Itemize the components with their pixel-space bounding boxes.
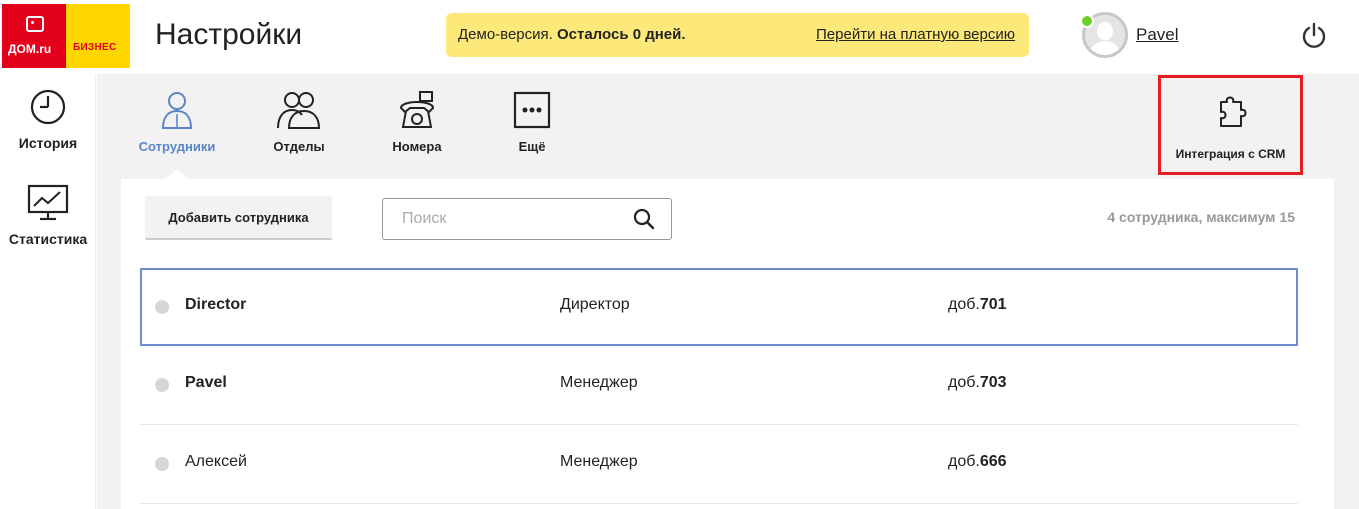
logo-brand: ДОМ.ru	[2, 4, 66, 68]
user-menu[interactable]: Pavel	[1080, 12, 1242, 60]
crm-integration-button[interactable]: Интеграция с CRM	[1158, 75, 1303, 175]
employee-role: Менеджер	[560, 453, 638, 470]
employees-panel: Добавить сотрудника 4 сотрудника, максим…	[121, 179, 1334, 509]
tab-label: Номера	[392, 139, 442, 154]
logo-mark-icon	[26, 16, 44, 32]
chart-monitor-icon	[27, 184, 69, 221]
username-link[interactable]: Pavel	[1136, 25, 1179, 45]
logo[interactable]: ДОМ.ru БИЗНЕС	[2, 4, 130, 68]
tab-label: Ещё	[518, 139, 546, 154]
tab-more[interactable]: Ещё	[492, 90, 572, 154]
logo-tag: БИЗНЕС	[66, 4, 130, 68]
crm-label: Интеграция с CRM	[1175, 147, 1286, 161]
logo-tag-text: БИЗНЕС	[73, 42, 117, 53]
tab-departments[interactable]: Отделы	[259, 90, 339, 154]
tab-bar: Сотрудники Отделы Номера Ещё Интеграция …	[97, 74, 1359, 179]
clock-icon	[30, 89, 66, 125]
power-icon[interactable]	[1300, 22, 1328, 50]
employee-extension: доб.701	[948, 296, 1007, 313]
upgrade-link[interactable]: Перейти на платную версию	[816, 26, 1015, 43]
status-dot-icon	[155, 300, 169, 314]
status-dot-icon	[155, 378, 169, 392]
sidebar-item-label: Статистика	[8, 231, 88, 247]
active-tab-pointer	[165, 169, 189, 179]
employee-list: Director Директор доб.701 Pavel Менеджер…	[140, 268, 1298, 504]
tab-employees[interactable]: Сотрудники	[137, 90, 217, 154]
table-row[interactable]: Алексей Менеджер доб.666	[140, 425, 1298, 504]
user-icon	[161, 92, 193, 129]
status-dot-icon	[155, 457, 169, 471]
sidebar-item-history[interactable]: История	[0, 88, 96, 151]
search-icon[interactable]	[633, 208, 655, 230]
add-employee-button[interactable]: Добавить сотрудника	[145, 196, 332, 240]
table-row[interactable]: Director Директор доб.701	[140, 268, 1298, 346]
demo-text: Демо-версия. Осталось 0 дней.	[458, 26, 686, 43]
employee-extension: доб.703	[948, 374, 1007, 391]
sidebar-item-statistics[interactable]: Статистика	[0, 184, 96, 247]
search-input[interactable]	[384, 200, 624, 238]
search-box[interactable]	[382, 198, 672, 240]
employee-count: 4 сотрудника, максимум 15	[1107, 209, 1295, 225]
employee-name: Алексей	[185, 453, 247, 470]
page-title: Настройки	[155, 18, 303, 51]
group-icon	[277, 92, 321, 129]
main-content: Сотрудники Отделы Номера Ещё Интеграция …	[97, 74, 1359, 509]
phone-icon	[399, 91, 435, 128]
employee-extension: доб.666	[948, 453, 1007, 470]
sidebar-item-label: История	[18, 135, 78, 151]
tab-label: Отделы	[273, 139, 325, 154]
logo-brand-text: ДОМ.ru	[8, 42, 52, 56]
employee-name: Director	[185, 296, 247, 313]
table-row[interactable]: Pavel Менеджер доб.703	[140, 346, 1298, 425]
more-icon	[513, 91, 551, 129]
online-status-icon	[1080, 14, 1094, 28]
tab-label: Сотрудники	[138, 139, 216, 154]
header: ДОМ.ru БИЗНЕС Настройки Демо-версия. Ост…	[0, 0, 1359, 74]
demo-banner: Демо-версия. Осталось 0 дней. Перейти на…	[446, 13, 1029, 57]
sidebar: История Статистика	[0, 74, 96, 509]
puzzle-icon	[1219, 96, 1246, 127]
employee-name: Pavel	[185, 374, 227, 391]
demo-prefix: Демо-версия.	[458, 26, 553, 43]
employee-role: Менеджер	[560, 374, 638, 391]
employee-role: Директор	[560, 296, 630, 313]
demo-days-left: Осталось 0 дней.	[556, 26, 686, 43]
tab-numbers[interactable]: Номера	[377, 90, 457, 154]
